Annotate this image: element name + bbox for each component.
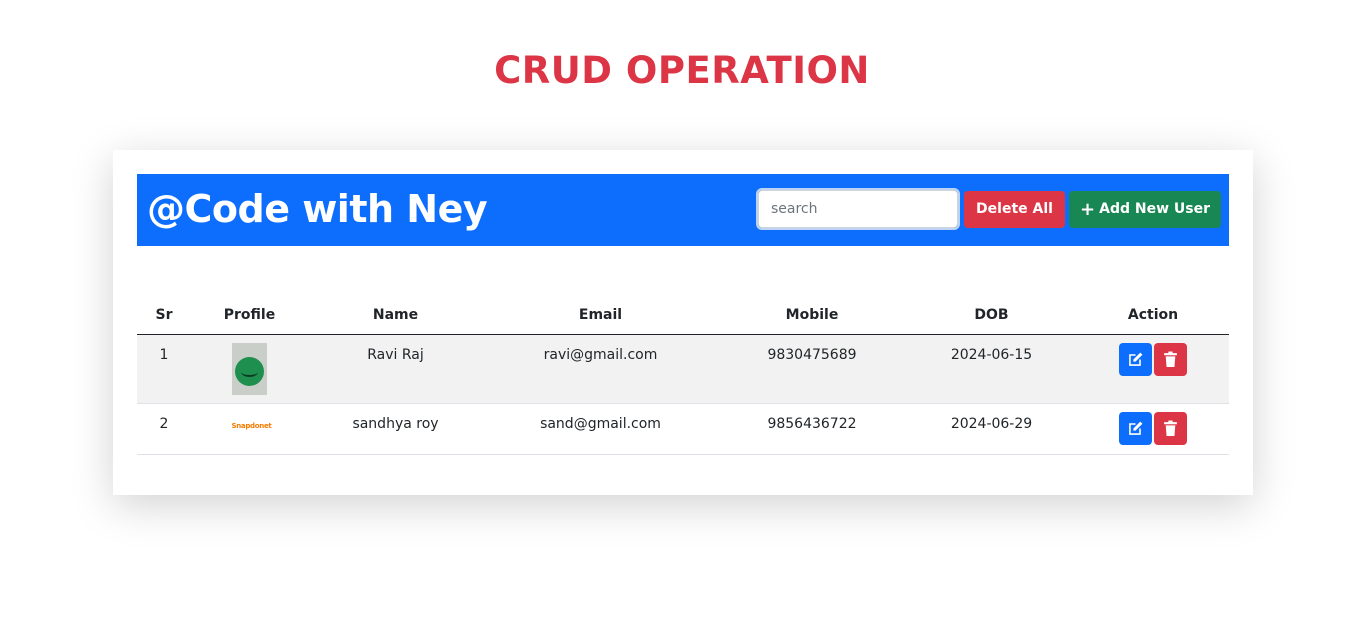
action-cell bbox=[1077, 403, 1229, 455]
profile-cell: Snapdonet bbox=[191, 403, 308, 455]
name-cell: Ravi Raj bbox=[308, 334, 483, 404]
profile-image: Snapdonet bbox=[231, 422, 272, 430]
page-title: CRUD OPERATION bbox=[494, 49, 870, 92]
mobile-cell: 9830475689 bbox=[718, 334, 906, 404]
table-row: 2 Snapdonet sandhya roy sand@gmail.com 9… bbox=[137, 403, 1229, 455]
name-cell: sandhya roy bbox=[308, 403, 483, 455]
delete-all-button[interactable]: Delete All bbox=[964, 191, 1065, 228]
email-cell: sand@gmail.com bbox=[483, 403, 718, 455]
add-new-user-label: Add New User bbox=[1099, 201, 1210, 217]
profile-cell bbox=[191, 334, 308, 404]
dob-cell: 2024-06-15 bbox=[906, 334, 1077, 404]
add-new-user-button[interactable]: + Add New User bbox=[1069, 191, 1221, 228]
column-header-email: Email bbox=[483, 296, 718, 335]
profile-image bbox=[232, 343, 267, 395]
sr-cell: 1 bbox=[137, 334, 191, 404]
edit-button[interactable] bbox=[1119, 412, 1152, 445]
column-header-action: Action bbox=[1077, 296, 1229, 335]
plus-icon: + bbox=[1080, 199, 1096, 220]
email-cell: ravi@gmail.com bbox=[483, 334, 718, 404]
sr-cell: 2 bbox=[137, 403, 191, 455]
action-cell bbox=[1077, 334, 1229, 404]
edit-button[interactable] bbox=[1119, 343, 1152, 376]
header-bar: @Code with Ney Delete All +Add New User bbox=[137, 174, 1229, 246]
trash-icon bbox=[1164, 420, 1177, 436]
mobile-cell: 9856436722 bbox=[718, 403, 906, 455]
edit-icon bbox=[1129, 421, 1143, 435]
table-row: 1 Ravi Raj ravi@gmail.com 9830475689 202… bbox=[137, 334, 1229, 404]
table-header-row: Sr Profile Name Email Mobile DOB Action bbox=[137, 296, 1229, 335]
users-table: Sr Profile Name Email Mobile DOB Action … bbox=[137, 296, 1229, 455]
delete-button[interactable] bbox=[1154, 343, 1187, 376]
column-header-profile: Profile bbox=[191, 296, 308, 335]
crud-card: @Code with Ney Delete All +Add New User … bbox=[113, 150, 1253, 495]
edit-icon bbox=[1129, 352, 1143, 366]
search-input[interactable] bbox=[756, 188, 960, 230]
column-header-sr: Sr bbox=[137, 296, 191, 335]
dob-cell: 2024-06-29 bbox=[906, 403, 1077, 455]
column-header-mobile: Mobile bbox=[718, 296, 906, 335]
column-header-name: Name bbox=[308, 296, 483, 335]
trash-icon bbox=[1164, 351, 1177, 367]
brand-title: @Code with Ney bbox=[147, 187, 488, 231]
column-header-dob: DOB bbox=[906, 296, 1077, 335]
delete-button[interactable] bbox=[1154, 412, 1187, 445]
